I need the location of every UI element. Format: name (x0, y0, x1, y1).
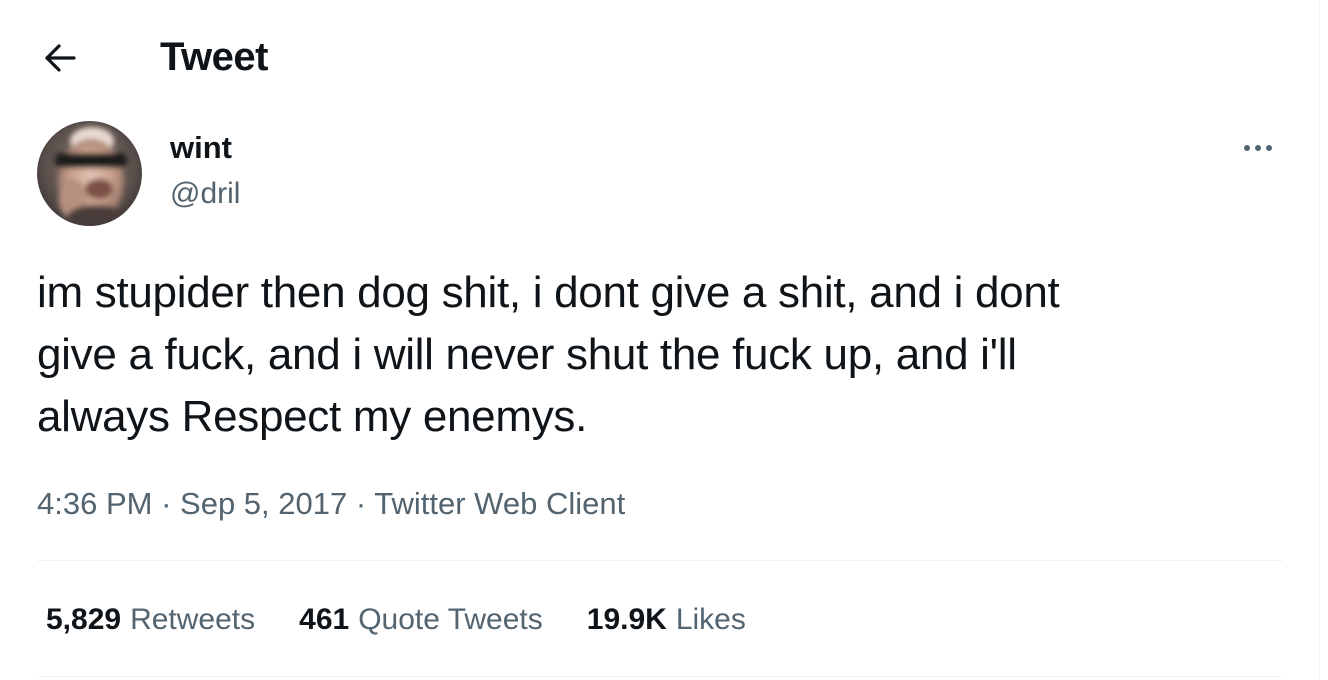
user-avatar-image (37, 121, 142, 226)
avatar[interactable] (37, 121, 142, 226)
author-display-name[interactable]: wint (170, 130, 232, 166)
meta-separator-dot: · (355, 486, 367, 521)
arrow-left-icon (45, 44, 76, 72)
tweet-meta: 4:36 PM · Sep 5, 2017 · Twitter Web Clie… (37, 484, 625, 524)
column-border (1319, 0, 1320, 680)
quote-tweets-count: 461 (299, 603, 350, 636)
quote-tweets-label: Quote Tweets (358, 603, 543, 636)
likes-count: 19.9K (586, 603, 667, 636)
tweet-stats: 5,829 Retweets 461 Quote Tweets 19.9K Li… (46, 600, 790, 640)
retweets-count: 5,829 (46, 603, 122, 636)
tweet-detail-page: Tweet wint @dril im stupider then dog sh… (0, 0, 1328, 680)
more-options-button[interactable] (1236, 128, 1280, 168)
back-button[interactable] (38, 38, 82, 78)
meta-separator: · (161, 486, 180, 521)
retweets-stat[interactable]: 5,829 Retweets (46, 600, 255, 640)
page-header: Tweet (0, 0, 1310, 112)
tweet-text: im stupider then dog shit, i dont give a… (37, 268, 1060, 441)
likes-label: Likes (675, 603, 746, 636)
meta-separator: · (356, 486, 374, 521)
tweet-source[interactable]: Twitter Web Client (374, 486, 625, 521)
retweets-label: Retweets (130, 603, 256, 636)
quote-tweets-stat[interactable]: 461 Quote Tweets (299, 600, 543, 640)
page-title: Tweet (160, 35, 268, 79)
tweet-date[interactable]: Sep 5, 2017 (180, 486, 347, 521)
likes-stat[interactable]: 19.9K Likes (587, 600, 746, 640)
more-horizontal-icon (1244, 145, 1272, 151)
divider (37, 560, 1283, 561)
divider (37, 676, 1283, 677)
author-handle[interactable]: @dril (170, 176, 240, 212)
tweet-time[interactable]: 4:36 PM (37, 486, 152, 521)
meta-separator-dot: · (161, 486, 172, 521)
